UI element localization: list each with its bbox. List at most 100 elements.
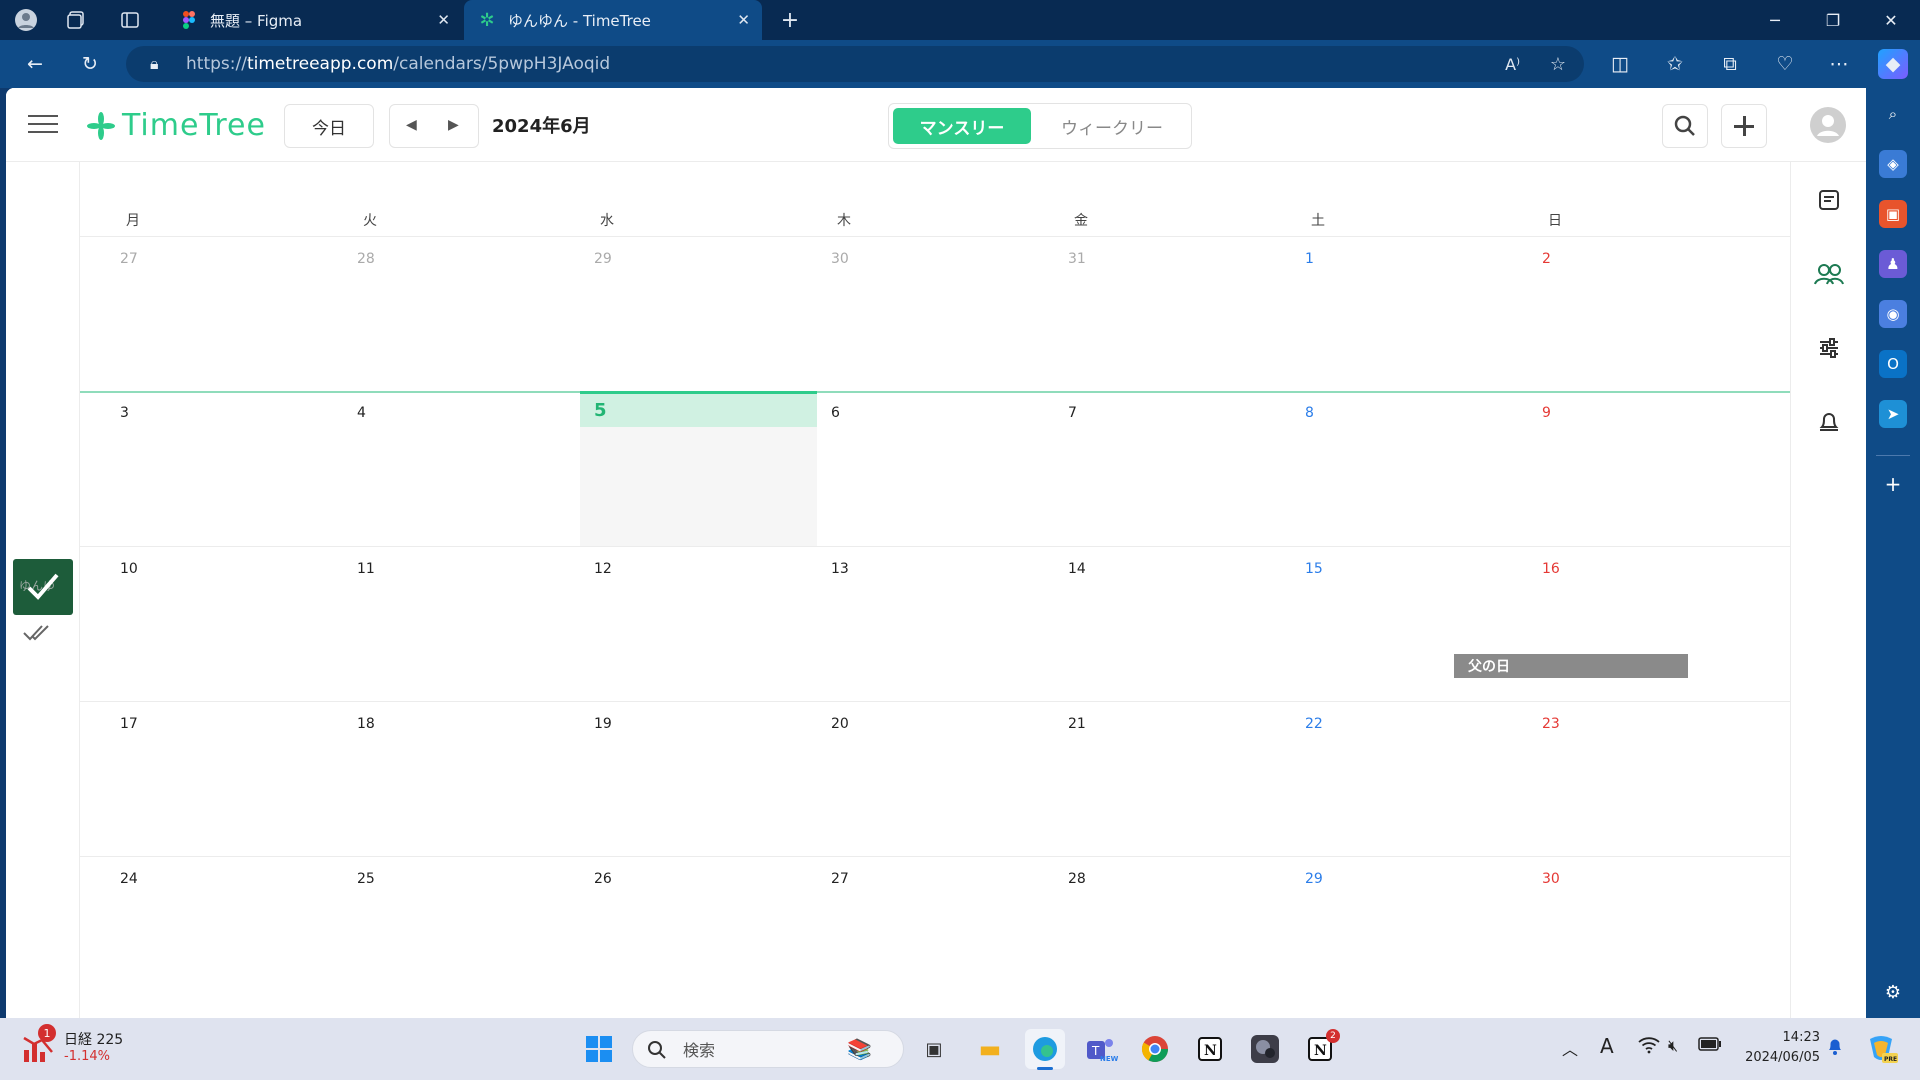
day-cell[interactable]: 18 (317, 702, 554, 857)
back-icon[interactable]: ← (20, 49, 50, 79)
start-button-icon[interactable] (579, 1029, 619, 1069)
notion-calendar-icon[interactable]: N 2 (1300, 1029, 1340, 1069)
stock-widget-icon[interactable]: 1 (22, 1024, 62, 1070)
day-cell[interactable]: 19 (554, 702, 791, 857)
chrome-icon[interactable] (1135, 1029, 1175, 1069)
tab-timetree[interactable]: ✲ ゆんゆん - TimeTree ✕ (464, 0, 762, 40)
day-cell[interactable]: 21 (1028, 702, 1265, 857)
copilot-app-icon[interactable]: ◉ (1879, 300, 1907, 328)
vertical-tabs-icon[interactable] (116, 6, 144, 34)
split-screen-icon[interactable]: ◫ (1605, 49, 1635, 79)
day-cell[interactable]: 30 (791, 237, 1028, 392)
timetree-logo[interactable]: TimeTree (86, 108, 266, 143)
add-event-button[interactable] (1721, 104, 1767, 148)
refresh-icon[interactable]: ↻ (75, 49, 105, 79)
notification-bell-icon[interactable] (1813, 406, 1845, 438)
close-tab-icon[interactable]: ✕ (737, 11, 750, 29)
day-cell[interactable]: 6 (791, 391, 1028, 546)
today-cell[interactable]: 5 (580, 391, 817, 546)
day-cell[interactable]: 16 (1502, 547, 1739, 702)
url-field[interactable]: 🔒︎ https://timetreeapp.com/calendars/5pw… (126, 46, 1584, 82)
edge-browser-icon[interactable] (1025, 1029, 1065, 1070)
prev-month-icon[interactable]: ◀ (406, 117, 417, 133)
hamburger-menu-icon[interactable] (28, 114, 58, 136)
battery-icon[interactable] (1698, 1036, 1722, 1055)
today-button[interactable]: 今日 (284, 104, 374, 148)
close-tab-icon[interactable]: ✕ (437, 11, 450, 29)
tab-monthly[interactable]: マンスリー (893, 108, 1031, 144)
minimize-icon[interactable]: ─ (1746, 0, 1804, 40)
close-window-icon[interactable]: ✕ (1862, 0, 1920, 40)
volume-muted-icon[interactable]: 🔇︎ (1668, 1036, 1678, 1056)
tools-briefcase-icon[interactable]: ▣ (1879, 200, 1907, 228)
clock-time[interactable]: 14:23 (1740, 1030, 1820, 1045)
more-menu-icon[interactable]: ⋯ (1824, 49, 1854, 79)
teams-icon[interactable]: T NEW (1080, 1029, 1120, 1069)
day-cell[interactable]: 31 (1028, 237, 1265, 392)
day-cell[interactable]: 24 (80, 857, 317, 1012)
favorite-star-icon[interactable]: ☆ (1550, 54, 1566, 75)
day-cell[interactable]: 1 (1265, 237, 1502, 392)
day-cell[interactable]: 23 (1502, 702, 1739, 857)
taskbar-search[interactable]: 検索 📚 (632, 1030, 904, 1068)
new-tab-icon[interactable]: + (776, 6, 804, 34)
search-icon[interactable]: ⌕ (1879, 100, 1907, 128)
shopping-tag-icon[interactable]: ◈ (1879, 150, 1907, 178)
event-fathers-day[interactable]: 父の日 (1454, 654, 1688, 678)
day-cell[interactable]: 8 (1265, 391, 1502, 546)
day-cell[interactable]: 26 (554, 857, 791, 1012)
day-cell[interactable]: 28 (1028, 857, 1265, 1012)
tab-weekly[interactable]: ウィークリー (1037, 108, 1187, 144)
browser-essentials-icon[interactable]: ♡ (1770, 49, 1800, 79)
day-cell[interactable]: 22 (1265, 702, 1502, 857)
notification-bell-icon[interactable] (1826, 1036, 1844, 1060)
games-icon[interactable]: ♟ (1879, 250, 1907, 278)
day-cell[interactable]: 4 (317, 391, 554, 546)
send-icon[interactable]: ➤ (1879, 400, 1907, 428)
day-cell[interactable]: 17 (80, 702, 317, 857)
day-cell[interactable]: 29 (554, 237, 791, 392)
members-icon[interactable] (1813, 258, 1845, 290)
day-cell[interactable]: 28 (317, 237, 554, 392)
show-hidden-icons-icon[interactable]: ︿ (1562, 1036, 1578, 1060)
workspaces-icon[interactable] (62, 6, 90, 34)
day-cell[interactable]: 27 (80, 237, 317, 392)
day-cell[interactable]: 30 (1502, 857, 1739, 1012)
day-cell[interactable]: 9 (1502, 391, 1739, 546)
settings-sliders-icon[interactable] (1813, 332, 1845, 364)
lock-icon[interactable]: 🔒︎ (150, 54, 159, 74)
day-cell[interactable]: 7 (1028, 391, 1265, 546)
restore-icon[interactable]: ❐ (1804, 0, 1862, 40)
favorites-icon[interactable]: ✩ (1660, 49, 1690, 79)
day-cell[interactable]: 2 (1502, 237, 1739, 392)
app-thumbnail-icon[interactable] (1245, 1029, 1285, 1069)
stock-name[interactable]: 日経 225 (64, 1029, 123, 1049)
day-cell[interactable]: 11 (317, 547, 554, 702)
day-cell[interactable]: 27 (791, 857, 1028, 1012)
collections-icon[interactable]: ⧉ (1715, 49, 1745, 79)
day-cell[interactable]: 25 (317, 857, 554, 1012)
user-avatar-icon[interactable] (1809, 106, 1847, 148)
settings-gear-icon[interactable]: ⚙ (1879, 978, 1907, 1006)
search-button[interactable] (1662, 104, 1708, 148)
day-cell[interactable]: 20 (791, 702, 1028, 857)
file-explorer-icon[interactable]: ▬ (970, 1029, 1010, 1069)
add-app-icon[interactable]: + (1879, 470, 1907, 498)
wifi-icon[interactable] (1638, 1036, 1660, 1058)
task-view-icon[interactable]: ▣ (914, 1029, 954, 1069)
calendar-avatar[interactable]: ゆんゆ (13, 559, 73, 615)
outlook-icon[interactable]: O (1879, 350, 1907, 378)
copilot-pre-icon[interactable]: PRE (1864, 1031, 1898, 1065)
day-cell[interactable]: 3 (80, 391, 317, 546)
ime-icon[interactable]: A (1600, 1034, 1614, 1058)
next-month-icon[interactable]: ▶ (448, 117, 459, 133)
day-cell[interactable]: 10 (80, 547, 317, 702)
profile-icon[interactable] (12, 6, 40, 34)
memo-icon[interactable] (1813, 184, 1845, 216)
day-cell[interactable]: 12 (554, 547, 791, 702)
tab-figma[interactable]: 無題 – Figma ✕ (168, 0, 462, 40)
clock-date[interactable]: 2024/06/05 (1725, 1050, 1820, 1065)
day-cell[interactable]: 15 (1265, 547, 1502, 702)
copilot-icon[interactable]: ◆ (1878, 49, 1908, 79)
day-cell[interactable]: 29 (1265, 857, 1502, 1012)
